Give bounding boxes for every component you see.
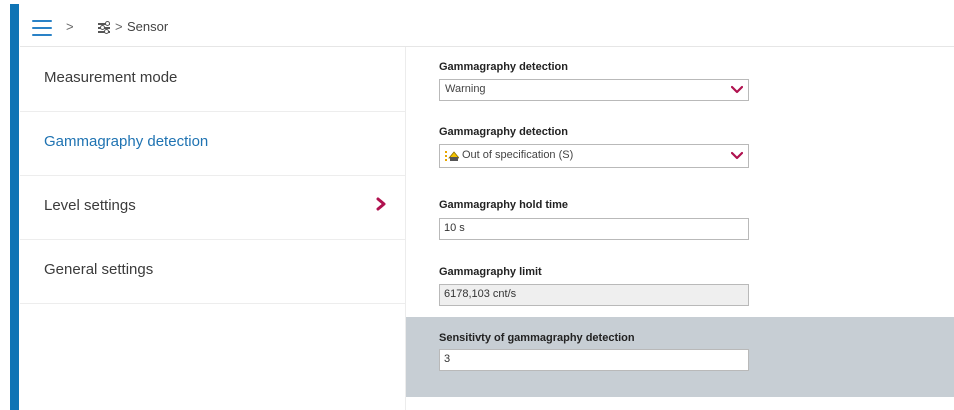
input-value: 3 xyxy=(444,353,451,365)
gammagraphy-status-select[interactable]: Out of specification (S) xyxy=(439,144,749,168)
sidebar-item-measurement-mode[interactable]: Measurement mode xyxy=(20,47,405,112)
breadcrumb-separator: > xyxy=(115,19,123,34)
field-label: Gammagraphy limit xyxy=(439,266,542,278)
header-bar: > > Sensor xyxy=(20,10,954,47)
chevron-down-icon xyxy=(731,85,743,94)
sidebar-item-general-settings[interactable]: General settings xyxy=(20,239,405,304)
accent-bar xyxy=(10,4,19,410)
field-label: Gammagraphy detection xyxy=(439,126,568,138)
sidebar-item-label: Gammagraphy detection xyxy=(44,133,209,150)
field-label: Gammagraphy hold time xyxy=(439,199,568,211)
sensitivity-input[interactable]: 3 xyxy=(439,349,749,371)
field-gammagraphy-detection-mode: Gammagraphy detection Warning xyxy=(406,47,954,113)
select-value: Warning xyxy=(445,83,486,95)
breadcrumb-separator: > xyxy=(66,19,74,34)
select-value: Out of specification (S) xyxy=(462,149,574,161)
sidebar-item-label: General settings xyxy=(44,261,154,278)
sidebar-nav: Measurement mode Gammagraphy detection L… xyxy=(20,47,406,410)
breadcrumb-current[interactable]: Sensor xyxy=(127,19,168,34)
sidebar-item-gammagraphy-detection[interactable]: Gammagraphy detection xyxy=(20,111,405,176)
field-gammagraphy-hold-time: Gammagraphy hold time 10 s xyxy=(406,179,954,245)
settings-sliders-icon[interactable] xyxy=(98,21,110,34)
hamburger-menu-icon[interactable] xyxy=(32,20,52,36)
gammagraphy-hold-time-input[interactable]: 10 s xyxy=(439,218,749,240)
parameter-panel: Gammagraphy detection Warning Gammagraph… xyxy=(406,47,954,410)
chevron-right-icon[interactable] xyxy=(374,197,388,211)
gammagraphy-detection-select[interactable]: Warning xyxy=(439,79,749,101)
out-of-specification-icon xyxy=(445,151,459,161)
sidebar-item-level-settings[interactable]: Level settings xyxy=(20,175,405,240)
sidebar-item-label: Measurement mode xyxy=(44,69,178,86)
input-value: 6178,103 cnt/s xyxy=(444,288,517,300)
field-label: Sensitivty of gammagraphy detection xyxy=(439,332,635,344)
gammagraphy-limit-value: 6178,103 cnt/s xyxy=(439,284,749,306)
chevron-down-icon xyxy=(731,151,743,160)
sidebar-item-label: Level settings xyxy=(44,197,136,214)
input-value: 10 s xyxy=(444,222,465,234)
field-gammagraphy-detection-status: Gammagraphy detection Out of specificati… xyxy=(406,113,954,179)
app-window: > > Sensor Measurement mode Gammagraphy … xyxy=(0,0,954,410)
field-sensitivity: Sensitivty of gammagraphy detection 3 xyxy=(406,317,954,397)
field-label: Gammagraphy detection xyxy=(439,61,568,73)
field-gammagraphy-limit: Gammagraphy limit 6178,103 cnt/s xyxy=(406,245,954,311)
